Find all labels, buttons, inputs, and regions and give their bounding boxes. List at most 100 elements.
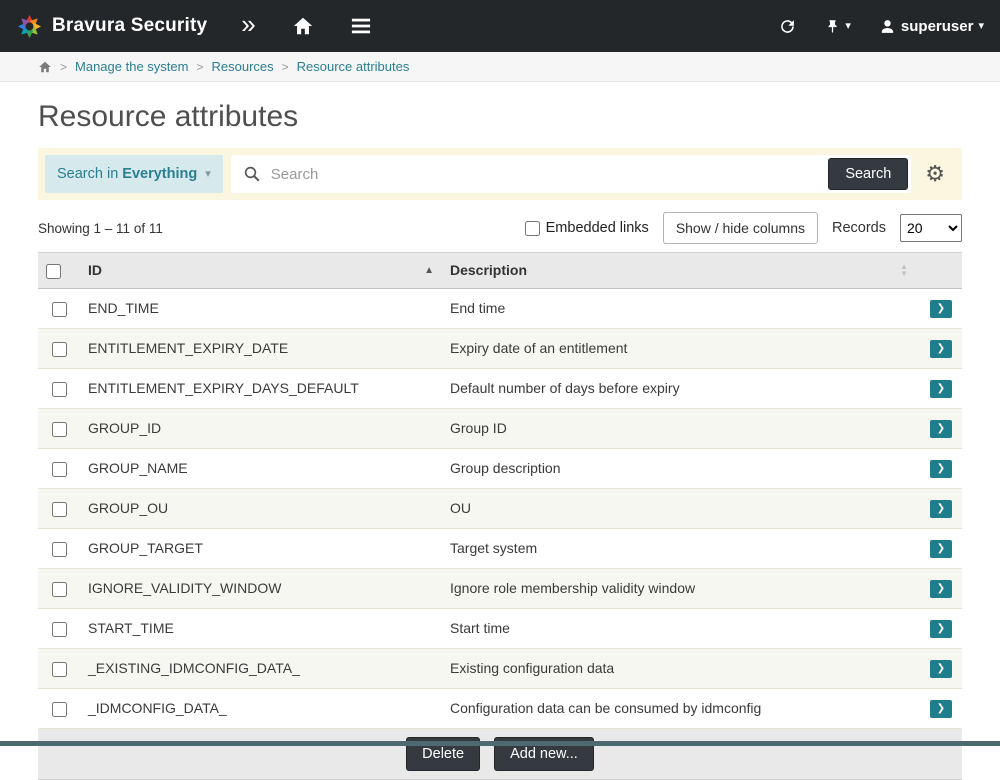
caret-down-icon: ▾: [205, 169, 211, 180]
row-checkbox[interactable]: [52, 662, 67, 677]
row-open-button[interactable]: ❯: [930, 660, 952, 678]
table-row: END_TIME End time ❯: [38, 288, 962, 328]
row-id-cell: ENTITLEMENT_EXPIRY_DAYS_DEFAULT: [80, 368, 442, 408]
show-hide-columns-button[interactable]: Show / hide columns: [663, 212, 818, 244]
row-checkbox[interactable]: [52, 502, 67, 517]
chevron-right-icon: ❯: [937, 544, 945, 554]
chevron-right-icon: ❯: [937, 424, 945, 434]
row-checkbox[interactable]: [52, 382, 67, 397]
search-box: Search: [231, 155, 912, 193]
embedded-links-label: Embedded links: [546, 220, 649, 236]
row-checkbox[interactable]: [52, 542, 67, 557]
column-header-description[interactable]: Description ▲ ▼: [442, 253, 916, 289]
row-open-button[interactable]: ❯: [930, 580, 952, 598]
home-icon[interactable]: [292, 15, 314, 37]
pin-menu[interactable]: ▾: [825, 18, 851, 35]
row-open-button[interactable]: ❯: [930, 460, 952, 478]
row-checkbox[interactable]: [52, 302, 67, 317]
table-row: ENTITLEMENT_EXPIRY_DATE Expiry date of a…: [38, 328, 962, 368]
row-select-cell: [38, 408, 80, 448]
row-action-cell: ❯: [916, 288, 962, 328]
hamburger-menu-icon[interactable]: [350, 16, 372, 36]
row-select-cell: [38, 528, 80, 568]
breadcrumb-link-resource-attributes[interactable]: Resource attributes: [297, 59, 410, 74]
chevron-right-icon: ❯: [937, 704, 945, 714]
breadcrumb-link-resources[interactable]: Resources: [211, 59, 273, 74]
row-action-cell: ❯: [916, 408, 962, 448]
row-checkbox[interactable]: [52, 422, 67, 437]
pin-icon: [825, 18, 840, 35]
chevron-right-icon: ❯: [937, 624, 945, 634]
row-description-cell: Expiry date of an entitlement: [442, 328, 916, 368]
row-select-cell: [38, 448, 80, 488]
records-select[interactable]: 20: [900, 214, 962, 242]
row-open-button[interactable]: ❯: [930, 340, 952, 358]
user-name: superuser: [901, 18, 974, 35]
row-description-cell: Group ID: [442, 408, 916, 448]
row-open-button[interactable]: ❯: [930, 420, 952, 438]
collapse-menu-icon[interactable]: »: [241, 11, 255, 41]
embedded-links-checkbox[interactable]: [525, 221, 540, 236]
records-label: Records: [832, 220, 886, 236]
chevron-right-icon: ❯: [937, 664, 945, 674]
top-navbar: Bravura Security » ▾ sup: [0, 0, 1000, 52]
column-header-id[interactable]: ID ▲: [80, 253, 442, 289]
table-row: START_TIME Start time ❯: [38, 608, 962, 648]
row-action-cell: ❯: [916, 328, 962, 368]
page-bottom-border: [0, 741, 1000, 746]
row-open-button[interactable]: ❯: [930, 380, 952, 398]
table-body: END_TIME End time ❯ ENTITLEMENT_EXPIRY_D…: [38, 288, 962, 728]
table-row: GROUP_ID Group ID ❯: [38, 408, 962, 448]
row-action-cell: ❯: [916, 568, 962, 608]
brand-name: Bravura Security: [52, 15, 207, 37]
user-icon: [879, 18, 896, 35]
row-action-cell: ❯: [916, 528, 962, 568]
row-open-button[interactable]: ❯: [930, 500, 952, 518]
row-description-cell: Ignore role membership validity window: [442, 568, 916, 608]
row-description-cell: Group description: [442, 448, 916, 488]
row-id-cell: GROUP_OU: [80, 488, 442, 528]
breadcrumb-home-icon[interactable]: [38, 60, 52, 74]
select-all-checkbox[interactable]: [46, 264, 61, 279]
row-checkbox[interactable]: [52, 342, 67, 357]
brand[interactable]: Bravura Security: [16, 13, 207, 40]
caret-down-icon: ▾: [978, 21, 984, 32]
table-row: GROUP_NAME Group description ❯: [38, 448, 962, 488]
table-row: _IDMCONFIG_DATA_ Configuration data can …: [38, 688, 962, 728]
row-id-cell: ENTITLEMENT_EXPIRY_DATE: [80, 328, 442, 368]
row-id-cell: IGNORE_VALIDITY_WINDOW: [80, 568, 442, 608]
table-header-row: ID ▲ Description ▲ ▼: [38, 253, 962, 289]
select-all-header: [38, 253, 80, 289]
search-scope-value: Everything: [122, 166, 197, 182]
row-checkbox[interactable]: [52, 702, 67, 717]
breadcrumb-link-manage-the-system[interactable]: Manage the system: [75, 59, 188, 74]
row-description-cell: OU: [442, 488, 916, 528]
row-id-cell: GROUP_NAME: [80, 448, 442, 488]
row-action-cell: ❯: [916, 608, 962, 648]
refresh-icon[interactable]: [778, 17, 797, 36]
row-select-cell: [38, 688, 80, 728]
row-id-cell: _EXISTING_IDMCONFIG_DATA_: [80, 648, 442, 688]
row-id-cell: GROUP_ID: [80, 408, 442, 448]
row-description-cell: Configuration data can be consumed by id…: [442, 688, 916, 728]
search-button[interactable]: Search: [828, 158, 908, 190]
breadcrumb-separator: >: [196, 60, 203, 74]
row-action-cell: ❯: [916, 488, 962, 528]
row-id-cell: END_TIME: [80, 288, 442, 328]
caret-down-icon: ▾: [845, 21, 851, 32]
search-scope-prefix: Search in: [57, 166, 118, 182]
search-scope-dropdown[interactable]: Search in Everything ▾: [45, 155, 223, 193]
search-input[interactable]: [271, 166, 829, 183]
user-menu[interactable]: superuser ▾: [879, 18, 984, 35]
row-checkbox[interactable]: [52, 622, 67, 637]
row-open-button[interactable]: ❯: [930, 700, 952, 718]
row-checkbox[interactable]: [52, 582, 67, 597]
row-open-button[interactable]: ❯: [930, 300, 952, 318]
chevron-right-icon: ❯: [937, 304, 945, 314]
row-open-button[interactable]: ❯: [930, 620, 952, 638]
row-checkbox[interactable]: [52, 462, 67, 477]
row-description-cell: Default number of days before expiry: [442, 368, 916, 408]
gear-icon[interactable]: ⚙: [925, 163, 945, 185]
page-title: Resource attributes: [38, 100, 962, 134]
row-open-button[interactable]: ❯: [930, 540, 952, 558]
